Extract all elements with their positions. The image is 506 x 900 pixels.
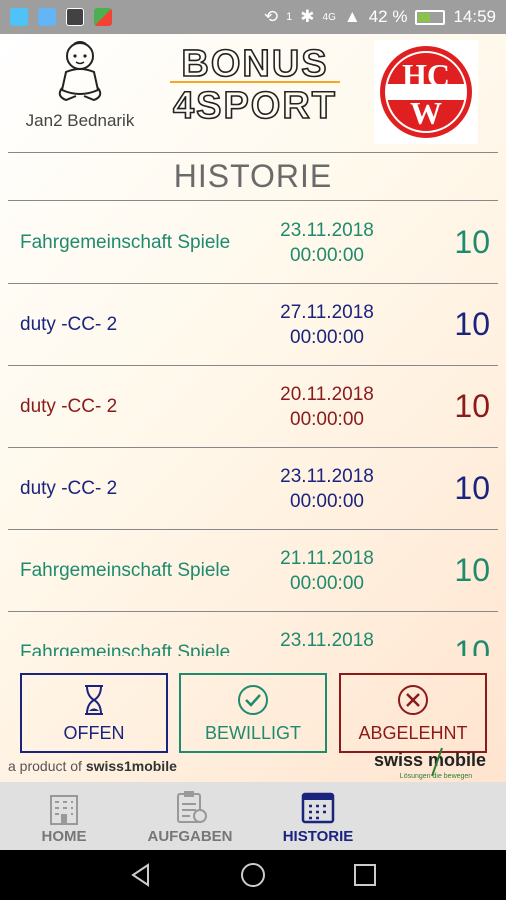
svg-text:BONUS: BONUS bbox=[181, 43, 328, 85]
history-item-name: Fahrgemeinschaft Spiele bbox=[20, 559, 231, 581]
clipboard-icon bbox=[177, 791, 207, 823]
calendar-icon bbox=[301, 792, 335, 824]
back-icon[interactable] bbox=[128, 862, 154, 888]
history-item-name: duty -CC- 2 bbox=[20, 313, 118, 335]
username: Jan2 Bednarik bbox=[25, 111, 135, 130]
product-credit: a product of swiss1mobile bbox=[8, 758, 177, 774]
building-icon bbox=[50, 795, 78, 825]
product-prefix: a product of bbox=[8, 758, 82, 774]
history-item-name: duty -CC- 2 bbox=[20, 477, 118, 499]
history-item-time: 00:00:00 bbox=[290, 326, 364, 348]
user-profile[interactable]: Jan2 Bednarik bbox=[10, 40, 150, 131]
history-item-date: 23.11.2018 bbox=[280, 219, 374, 241]
history-item-time: 00:00:00 bbox=[268, 653, 386, 657]
history-item-datetime: 27.11.2018 00:00:00 bbox=[268, 300, 386, 350]
history-list[interactable]: Fahrgemeinschaft Spiele 23.11.2018 00:00:0… bbox=[8, 202, 498, 656]
history-item-points: 10 bbox=[454, 634, 490, 656]
history-item-name: duty -CC- 2 bbox=[20, 395, 118, 417]
app-notification-icon bbox=[66, 8, 84, 26]
filter-approved-button[interactable]: BEWILLIGT bbox=[179, 673, 327, 753]
history-item-points: 10 bbox=[454, 470, 490, 506]
nav-history[interactable]: HISTORIE bbox=[258, 788, 378, 845]
history-item-time: 00:00:00 bbox=[290, 408, 364, 430]
title-divider bbox=[8, 200, 498, 201]
history-row[interactable]: duty -CC- 2 20.11.2018 00:00:00 10 bbox=[8, 366, 498, 448]
history-item-datetime: 23.11.2018 00:00:00 bbox=[268, 464, 386, 514]
app-content: Jan2 Bednarik BONUS 4SPORT HC W HISTORIE… bbox=[0, 34, 506, 782]
club-logo: HC W bbox=[374, 40, 478, 144]
history-item-date: 21.11.2018 bbox=[280, 547, 374, 569]
filter-rejected-button[interactable]: ABGELEHNT bbox=[339, 673, 487, 753]
history-row[interactable]: Fahrgemeinschaft Spiele 23.11.2018 00:00:0… bbox=[8, 612, 498, 657]
history-item-date: 27.11.2018 bbox=[280, 301, 374, 323]
hcw-logo-icon: HC W bbox=[380, 46, 472, 138]
history-item-datetime: 21.11.2018 00:00:00 bbox=[268, 546, 386, 596]
nav-tasks[interactable]: AUFGABEN bbox=[130, 788, 250, 845]
svg-text:4SPORT: 4SPORT bbox=[173, 85, 337, 124]
history-item-datetime: 23.11.2018 00:00:00 bbox=[268, 628, 386, 657]
hourglass-icon bbox=[85, 684, 103, 715]
maps-notification-icon bbox=[94, 8, 112, 26]
history-row[interactable]: duty -CC- 2 23.11.2018 00:00:00 10 bbox=[8, 448, 498, 530]
recent-apps-icon[interactable] bbox=[352, 862, 378, 888]
header: Jan2 Bednarik BONUS 4SPORT HC W bbox=[0, 34, 506, 152]
bluetooth-icon: ✱ bbox=[300, 7, 315, 26]
history-item-name: Fahrgemeinschaft Spiele bbox=[20, 641, 231, 657]
battery-percent: 42 % bbox=[368, 7, 408, 26]
history-item-points: 10 bbox=[454, 552, 490, 588]
nav-history-label: HISTORIE bbox=[282, 828, 354, 845]
signal-icon: ▲ bbox=[343, 7, 361, 26]
status-filters: OFFEN BEWILLIGT ABGELEHNT bbox=[0, 673, 506, 755]
baby-avatar-icon bbox=[58, 41, 102, 102]
history-item-date: 20.11.2018 bbox=[280, 383, 374, 405]
filter-open-label: OFFEN bbox=[63, 722, 125, 743]
product-name: swiss1mobile bbox=[85, 758, 177, 774]
swissmobile-logo: swiss mobile Lösungen die bewegen bbox=[374, 747, 486, 780]
history-item-time: 00:00:00 bbox=[290, 244, 364, 266]
filter-open-button[interactable]: OFFEN bbox=[20, 673, 168, 753]
svg-text:Lösungen die bewegen: Lösungen die bewegen bbox=[400, 773, 473, 780]
nav-tasks-label: AUFGABEN bbox=[147, 828, 233, 845]
filter-rejected-label: ABGELEHNT bbox=[358, 722, 468, 743]
page-title: HISTORIE bbox=[173, 158, 333, 194]
svg-text:W: W bbox=[410, 95, 442, 131]
home-circle-icon[interactable] bbox=[240, 862, 266, 888]
bonus4sport-logo: BONUS 4SPORT bbox=[170, 42, 340, 124]
battery-icon bbox=[415, 9, 446, 25]
history-item-datetime: 20.11.2018 00:00:00 bbox=[268, 382, 386, 432]
history-item-points: 10 bbox=[454, 306, 490, 342]
nav-home[interactable]: HOME bbox=[4, 788, 124, 845]
app-notification-icon bbox=[10, 8, 28, 26]
x-circle-icon bbox=[398, 684, 428, 715]
history-item-time: 00:00:00 bbox=[290, 572, 364, 594]
clock: 14:59 bbox=[453, 7, 496, 26]
system-navigation-bar bbox=[0, 850, 506, 900]
svg-text:HC: HC bbox=[402, 57, 450, 93]
app-notification-icon bbox=[38, 8, 56, 26]
history-item-points: 10 bbox=[454, 388, 490, 424]
status-bar: ⟲ 1 ✱ 4G ▲ 42 % 14:59 bbox=[0, 0, 506, 34]
svg-text:swiss mobile: swiss mobile bbox=[374, 750, 486, 770]
filter-approved-label: BEWILLIGT bbox=[204, 722, 302, 743]
history-item-date: 23.11.2018 bbox=[280, 629, 374, 651]
history-item-points: 10 bbox=[454, 224, 490, 260]
history-row[interactable]: Fahrgemeinschaft Spiele 21.11.2018 00:00:0… bbox=[8, 530, 498, 612]
sync-icon: ⟲ bbox=[263, 7, 279, 26]
history-row[interactable]: Fahrgemeinschaft Spiele 23.11.2018 00:00:0… bbox=[8, 202, 498, 284]
network-indicator: 4G bbox=[322, 11, 336, 23]
sim-indicator: 1 bbox=[286, 11, 293, 23]
check-circle-icon bbox=[238, 684, 268, 715]
history-item-date: 23.11.2018 bbox=[280, 465, 374, 487]
history-item-name: Fahrgemeinschaft Spiele bbox=[20, 231, 231, 253]
history-item-time: 00:00:00 bbox=[290, 490, 364, 512]
nav-home-label: HOME bbox=[41, 828, 87, 845]
history-row[interactable]: duty -CC- 2 27.11.2018 00:00:00 10 bbox=[8, 284, 498, 366]
bottom-navigation: HOME AUFGABEN HISTORIE bbox=[0, 782, 506, 850]
header-divider bbox=[8, 152, 498, 153]
history-item-datetime: 23.11.2018 00:00:00 bbox=[268, 218, 386, 268]
